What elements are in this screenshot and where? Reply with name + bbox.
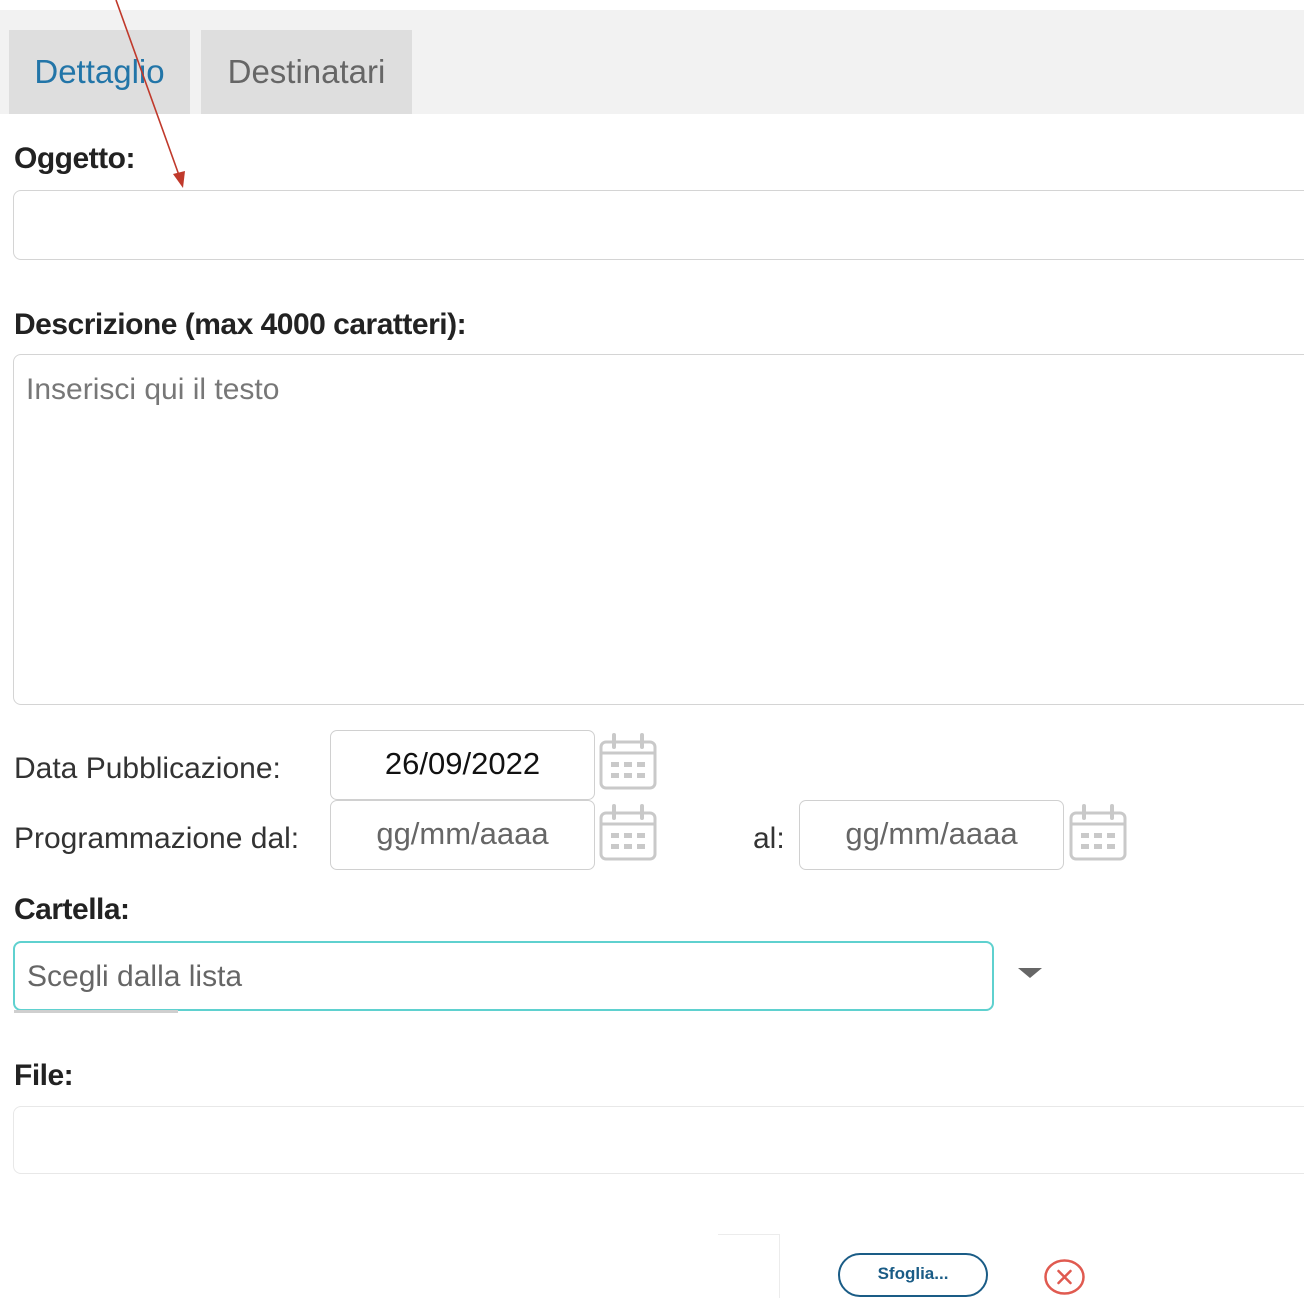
data-pubblicazione-label: Data Pubblicazione: [14, 752, 281, 785]
programmazione-dal-input[interactable]: gg/mm/aaaa [330, 800, 595, 870]
cartella-placeholder: Scegli dalla lista [27, 960, 243, 993]
calendar-icon[interactable] [1068, 804, 1128, 862]
file-label: File: [14, 1059, 74, 1092]
al-input[interactable]: gg/mm/aaaa [799, 800, 1064, 870]
select-underline [14, 1010, 178, 1013]
al-label: al: [753, 822, 785, 855]
tab-bar [0, 10, 1304, 114]
close-circle-icon[interactable] [1042, 1257, 1087, 1297]
calendar-icon[interactable] [598, 733, 658, 791]
chevron-down-icon[interactable] [1018, 968, 1042, 978]
oggetto-input[interactable] [13, 190, 1304, 260]
tab-destinatari[interactable]: Destinatari [201, 30, 412, 114]
programmazione-dal-label: Programmazione dal: [14, 822, 300, 855]
cartella-label: Cartella: [14, 893, 130, 926]
cartella-select[interactable]: Scegli dalla lista [13, 941, 994, 1011]
file-area [718, 1234, 780, 1298]
sfoglia-button[interactable]: Sfoglia... [838, 1253, 988, 1297]
descrizione-textarea[interactable]: Inserisci qui il testo [13, 354, 1304, 705]
oggetto-label: Oggetto: [14, 142, 135, 175]
descrizione-label: Descrizione (max 4000 caratteri): [14, 308, 467, 341]
data-pubblicazione-input[interactable]: 26/09/2022 [330, 730, 595, 800]
tab-dettaglio[interactable]: Dettaglio [9, 30, 190, 114]
descrizione-placeholder: Inserisci qui il testo [26, 373, 280, 406]
file-input[interactable] [13, 1106, 1304, 1174]
calendar-icon[interactable] [598, 804, 658, 862]
